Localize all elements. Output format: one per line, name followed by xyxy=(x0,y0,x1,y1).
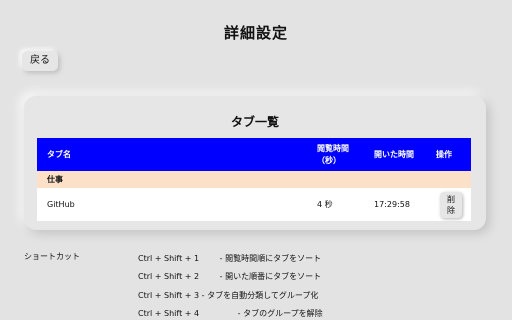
shortcuts-label: ショートカット xyxy=(24,252,80,261)
group-row: 仕事 xyxy=(37,171,471,188)
shortcut-item: Ctrl + Shift + 3 - タブを自動分類してグループ化 xyxy=(138,290,318,301)
shortcut-keys: Ctrl + Shift + 2 xyxy=(138,272,200,281)
shortcut-item: Ctrl + Shift + 1 - 閲覧時間順にタブをソート xyxy=(138,253,321,264)
shortcut-item: Ctrl + Shift + 4 - タブのグループを解除 xyxy=(138,308,323,319)
shortcut-desc: - 開いた順番にタブをソート xyxy=(219,272,322,281)
shortcut-keys: Ctrl + Shift + 4 xyxy=(138,309,200,318)
group-name: 仕事 xyxy=(37,171,471,188)
actions-cell: 削除 xyxy=(430,188,471,221)
opened-at-cell: 17:29:58 xyxy=(364,188,430,221)
tab-list-title: タブ一覧 xyxy=(230,115,279,129)
header-actions: 操作 xyxy=(430,138,471,171)
table-header-row: タブ名 閲覧時間（秒） 開いた時間 操作 xyxy=(37,138,471,171)
tab-table: タブ名 閲覧時間（秒） 開いた時間 操作 仕事 GitHub 4 秒 17:29… xyxy=(37,138,471,221)
shortcut-desc: - タブのグループを解除 xyxy=(237,309,323,318)
shortcut-item: Ctrl + Shift + 2 - 開いた順番にタブをソート xyxy=(138,271,321,282)
shortcut-desc: - タブを自動分類してグループ化 xyxy=(201,291,319,300)
delete-button[interactable]: 削除 xyxy=(440,191,462,218)
back-button[interactable]: 戻る xyxy=(22,51,58,71)
shortcut-desc: - 閲覧時間順にタブをソート xyxy=(219,254,322,263)
view-time-cell: 4 秒 xyxy=(307,188,364,221)
header-opened-at: 開いた時間 xyxy=(364,138,430,171)
tab-name-cell: GitHub xyxy=(37,188,307,221)
header-view-time: 閲覧時間（秒） xyxy=(307,138,364,171)
tab-list-card: タブ一覧 タブ名 閲覧時間（秒） 開いた時間 操作 仕事 GitHub 4 秒 … xyxy=(24,96,486,230)
page-title: 詳細設定 xyxy=(223,24,288,42)
shortcut-keys: Ctrl + Shift + 3 xyxy=(138,291,200,300)
shortcut-keys: Ctrl + Shift + 1 xyxy=(138,254,200,263)
header-tab-name: タブ名 xyxy=(37,138,307,171)
table-row: GitHub 4 秒 17:29:58 削除 xyxy=(37,188,471,221)
